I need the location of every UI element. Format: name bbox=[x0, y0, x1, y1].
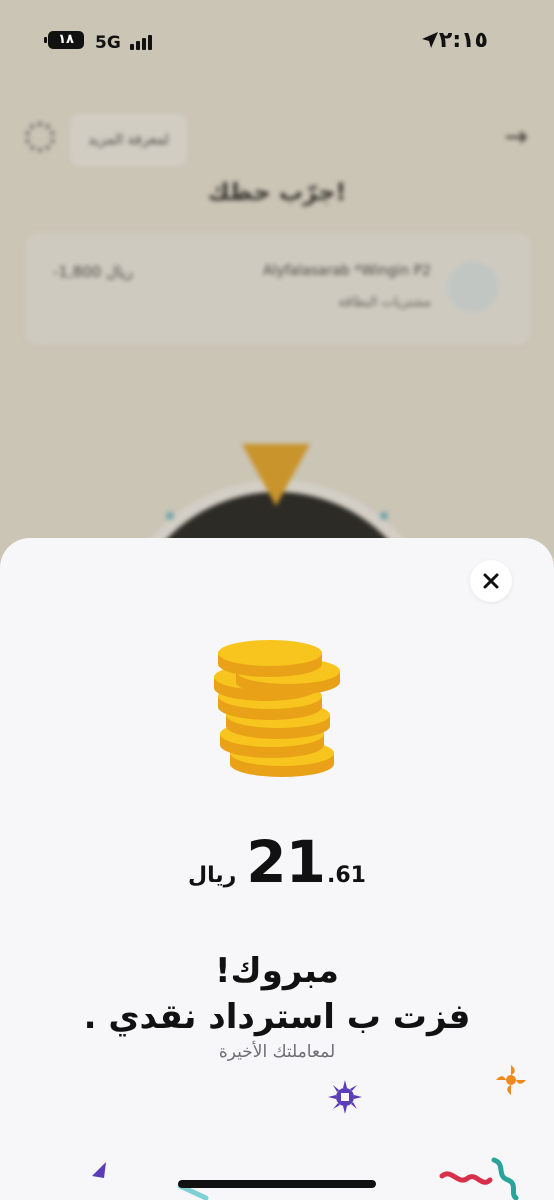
status-bar: ١٨ 5G ٢:١٥ bbox=[0, 0, 554, 80]
congrats-line-1: مبروك! bbox=[215, 951, 339, 991]
battery-icon: ١٨ bbox=[44, 31, 84, 49]
amount-decimal: .61 bbox=[327, 863, 366, 888]
close-icon bbox=[483, 573, 499, 589]
confetti-squiggle-teal bbox=[491, 1157, 519, 1200]
coins-stack-icon bbox=[214, 640, 340, 777]
cashback-amount: ريال 21.61 bbox=[0, 828, 554, 896]
home-indicator[interactable] bbox=[178, 1180, 376, 1188]
signal-bars-icon bbox=[130, 34, 152, 50]
confetti-burst-purple bbox=[328, 1080, 362, 1114]
amount-integer: 21 bbox=[246, 828, 326, 896]
congrats-heading: مبروك! فزت ب استرداد نقدي . bbox=[0, 948, 554, 1040]
confetti-triangle-purple bbox=[92, 1162, 106, 1178]
status-time: ٢:١٥ bbox=[438, 28, 488, 53]
congrats-line-2: فزت ب استرداد نقدي . bbox=[83, 997, 471, 1037]
location-arrow-icon bbox=[422, 32, 438, 48]
network-label: 5G bbox=[95, 33, 121, 53]
reward-sheet: ريال 21.61 مبروك! فزت ب استرداد نقدي . لم… bbox=[0, 538, 554, 1200]
congrats-subtitle: لمعاملتك الأخيرة bbox=[218, 1042, 336, 1062]
confetti-spiral-orange bbox=[496, 1065, 526, 1095]
currency-label: ريال bbox=[188, 863, 237, 888]
close-button[interactable] bbox=[470, 560, 512, 602]
